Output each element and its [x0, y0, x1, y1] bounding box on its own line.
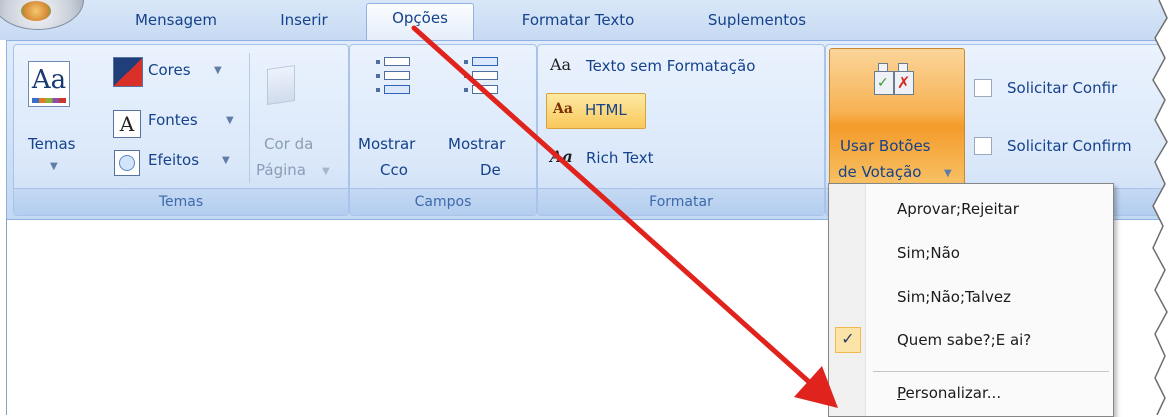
- menu-item-personalizar[interactable]: Personalizar...: [866, 374, 1112, 412]
- menu-separator: [873, 371, 1109, 372]
- divider: [249, 53, 250, 183]
- rich-text-label: Rich Text: [586, 149, 654, 167]
- rich-text-icon: Aa: [550, 147, 573, 166]
- chevron-down-icon: ▼: [226, 115, 234, 126]
- menu-item-sim-nao[interactable]: Sim;Não: [866, 234, 1112, 272]
- office-button[interactable]: [0, 0, 84, 30]
- tab-formatar-texto[interactable]: Formatar Texto: [494, 6, 662, 36]
- cores-button[interactable]: Cores: [148, 61, 191, 79]
- colors-icon: [113, 57, 143, 87]
- tab-suplementos[interactable]: Suplementos: [690, 6, 824, 36]
- de-votacao-label: de Votação: [838, 163, 922, 181]
- menu-item-aprovar-rejeitar[interactable]: Aprovar;Rejeitar: [866, 190, 1112, 228]
- themes-icon: Aa: [28, 61, 70, 107]
- chevron-down-icon: ▼: [222, 155, 230, 166]
- pagina-label: Página: [256, 161, 306, 179]
- bcc-field-icon: [376, 57, 410, 101]
- tab-inserir[interactable]: Inserir: [262, 6, 346, 36]
- voting-options-menu: Aprovar;Rejeitar Sim;Não Sim;Não;Talvez …: [828, 183, 1114, 417]
- menu-gutter: [829, 184, 866, 416]
- html-icon: Aa: [553, 101, 573, 117]
- group-label-temas: Temas: [14, 188, 348, 215]
- mostrar-de-label-2: De: [480, 161, 501, 179]
- solicitar-confirmacao-entrega-label: Solicitar Confir: [1007, 79, 1118, 97]
- group-campos: Mostrar Cco Mostrar De Campos: [349, 44, 537, 216]
- personalizar-accelerator: P: [897, 384, 906, 402]
- ribbon-tab-strip: Mensagem Inserir Opções Formatar Texto S…: [0, 0, 1171, 42]
- mostrar-cco-label-1: Mostrar: [358, 135, 416, 153]
- voting-buttons-icon: ✓ ✗: [874, 63, 918, 99]
- rich-text-button[interactable]: Aa Rich Text: [542, 141, 722, 171]
- chevron-down-icon: ▼: [322, 166, 330, 177]
- chevron-down-icon: ▼: [50, 161, 58, 172]
- solicitar-confirmacao-entrega-checkbox[interactable]: [974, 79, 992, 97]
- plain-text-icon: Aa: [550, 55, 572, 74]
- document-edge: [6, 218, 7, 415]
- solicitar-confirmacao-leitura-label: Solicitar Confirm: [1007, 137, 1132, 155]
- efeitos-button[interactable]: Efeitos: [148, 151, 199, 169]
- from-field-icon: [464, 57, 498, 101]
- tab-mensagem[interactable]: Mensagem: [118, 6, 234, 36]
- texto-sem-formatacao-label: Texto sem Formatação: [586, 57, 756, 75]
- temas-label: Temas: [28, 135, 76, 153]
- usar-botoes-label: Usar Botões: [840, 137, 931, 155]
- cor-da-label: Cor da: [264, 135, 314, 153]
- temas-button[interactable]: Aa Temas ▼: [18, 49, 98, 183]
- chevron-down-icon: ▼: [214, 65, 222, 76]
- group-temas: Aa Temas ▼ Cores ▼ A Fontes ▼ Efeitos ▼ …: [13, 44, 349, 216]
- menu-item-sim-nao-talvez[interactable]: Sim;Não;Talvez: [866, 278, 1112, 316]
- chevron-down-icon: ▼: [944, 168, 952, 179]
- fontes-button[interactable]: Fontes: [148, 111, 198, 129]
- fonts-icon: A: [113, 110, 141, 138]
- cor-da-pagina-button[interactable]: Cor da Página ▼: [252, 49, 342, 183]
- mostrar-cco-label-2: Cco: [380, 161, 408, 179]
- check-icon: ✓: [835, 327, 861, 353]
- mostrar-de-button[interactable]: Mostrar De: [442, 49, 530, 183]
- mostrar-de-label-1: Mostrar: [448, 135, 506, 153]
- html-button[interactable]: Aa HTML: [546, 93, 646, 129]
- office-logo-icon: [21, 1, 51, 21]
- usar-botoes-de-votacao-button[interactable]: ✓ ✗ Usar Botões de Votação ▼: [829, 48, 965, 190]
- html-label: HTML: [585, 101, 627, 119]
- mostrar-cco-button[interactable]: Mostrar Cco: [354, 49, 442, 183]
- menu-item-quem-sabe[interactable]: Quem sabe?;E ai?: [866, 321, 1112, 359]
- personalizar-label: ersonalizar...: [905, 384, 1002, 402]
- group-label-formatar: Formatar: [538, 188, 824, 215]
- group-label-campos: Campos: [350, 188, 536, 215]
- page-color-icon: [267, 65, 295, 105]
- torn-edge-decoration: [1152, 0, 1171, 415]
- group-formatar: Aa Texto sem Formatação Aa HTML Aa Rich …: [537, 44, 825, 216]
- solicitar-confirmacao-leitura-checkbox[interactable]: [974, 137, 992, 155]
- effects-icon: [114, 150, 140, 176]
- tab-opcoes[interactable]: Opções: [366, 3, 474, 42]
- texto-sem-formatacao-button[interactable]: Aa Texto sem Formatação: [542, 51, 818, 81]
